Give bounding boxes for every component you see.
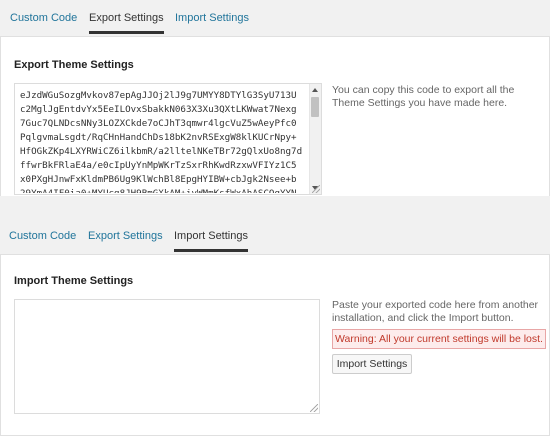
export-help-text: You can copy this code to export all the…	[332, 84, 515, 109]
import-settings-button[interactable]: Import Settings	[332, 354, 412, 374]
export-panel: Export Theme Settings eJzdWGuSozgMvkov87…	[0, 36, 550, 198]
import-help-text: Paste your exported code here from anoth…	[332, 299, 539, 324]
bottom-tab-bar: Custom Code Export Settings Import Setti…	[0, 218, 550, 254]
section-separator	[0, 196, 550, 218]
export-scrollbar[interactable]	[309, 84, 321, 194]
tab-export-settings[interactable]: Export Settings	[88, 230, 163, 251]
resize-grip-icon[interactable]	[310, 404, 318, 412]
export-title: Export Theme Settings	[14, 59, 134, 71]
tab-export-settings[interactable]: Export Settings	[89, 12, 164, 34]
import-title: Import Theme Settings	[14, 275, 134, 287]
export-code-text[interactable]: eJzdWGuSozgMvkov87epAgJJOj2lJ9g7UMYY8DTY…	[20, 89, 310, 193]
tab-custom-code[interactable]: Custom Code	[9, 230, 76, 251]
tab-import-settings[interactable]: Import Settings	[175, 12, 249, 33]
resize-grip-icon[interactable]	[312, 185, 320, 193]
import-panel: Import Theme Settings Paste your exporte…	[0, 254, 550, 436]
export-code-textarea[interactable]: eJzdWGuSozgMvkov87epAgJJOj2lJ9g7UMYY8DTY…	[14, 83, 322, 195]
tab-custom-code[interactable]: Custom Code	[10, 12, 77, 33]
top-tab-bar: Custom Code Export Settings Import Setti…	[0, 0, 550, 36]
tab-import-settings[interactable]: Import Settings	[174, 230, 248, 252]
scroll-thumb[interactable]	[311, 97, 319, 117]
import-code-textarea[interactable]	[14, 299, 320, 414]
scroll-up-arrow-icon[interactable]	[312, 88, 318, 92]
warning-message: Warning: All your current settings will …	[332, 329, 546, 349]
